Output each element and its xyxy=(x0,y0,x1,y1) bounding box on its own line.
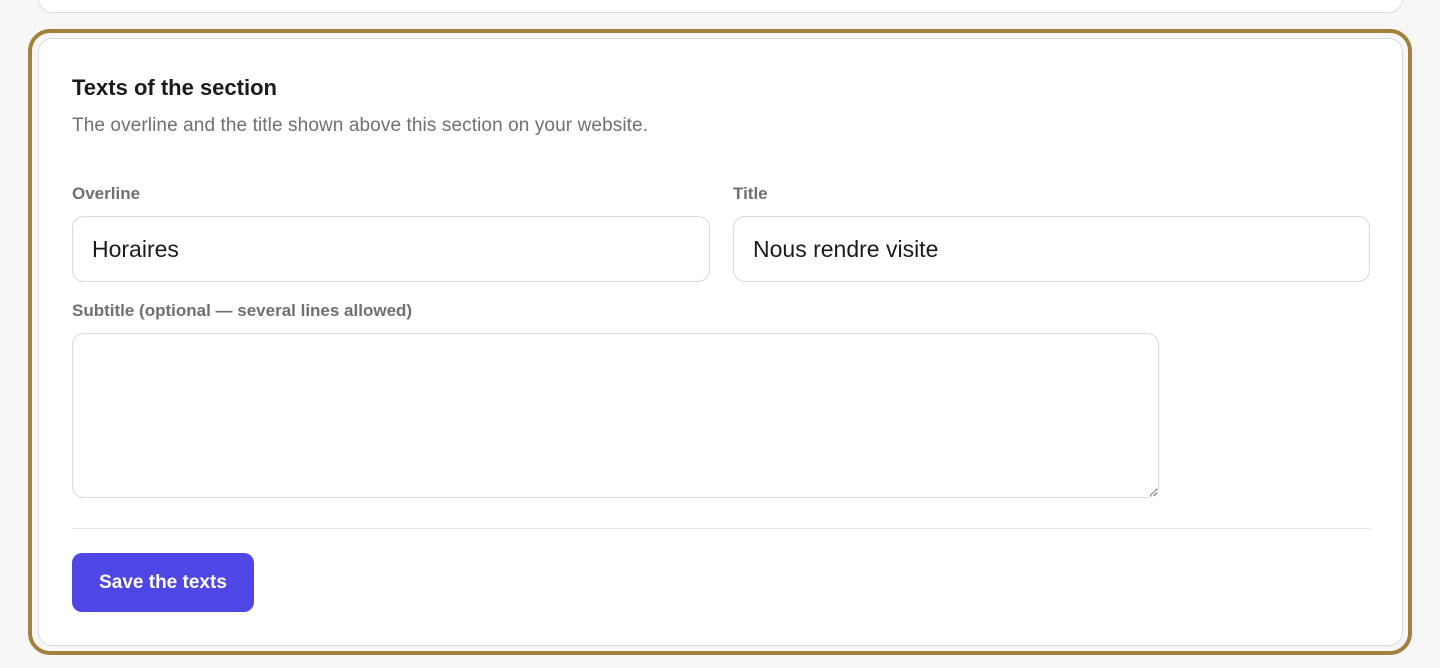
section-texts-card: Texts of the section The overline and th… xyxy=(38,38,1403,646)
save-texts-button[interactable]: Save the texts xyxy=(72,553,254,612)
section-description: The overline and the title shown above t… xyxy=(72,115,649,136)
previous-section-card xyxy=(38,0,1403,13)
section-title: Texts of the section xyxy=(72,75,277,100)
divider xyxy=(72,528,1370,529)
overline-input[interactable] xyxy=(72,216,710,282)
title-input[interactable] xyxy=(733,216,1370,282)
subtitle-textarea[interactable] xyxy=(72,333,1159,498)
title-label: Title xyxy=(733,184,768,203)
subtitle-label: Subtitle (optional — several lines allow… xyxy=(72,301,413,320)
overline-label: Overline xyxy=(72,184,141,203)
